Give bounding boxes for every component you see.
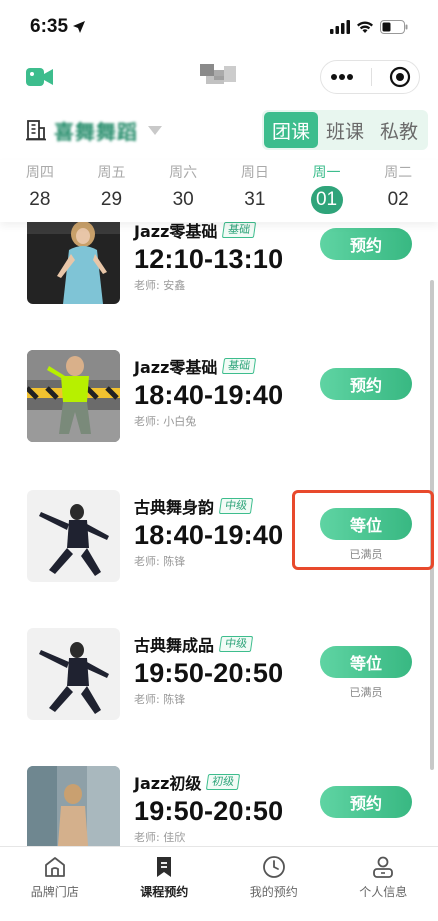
course-time: 12:10-13:10	[134, 244, 284, 274]
person-icon	[373, 856, 394, 878]
teacher-name: 老师: 陈锋	[134, 693, 186, 706]
tab-label: 品牌门店	[30, 885, 79, 899]
bookmark-icon	[157, 857, 172, 877]
capsule-divider	[370, 68, 372, 86]
course-card[interactable]: Jazz初级 初级 19:50-20:50 老师: 佳欣 预约	[0, 766, 438, 846]
date-item[interactable]: 周六 30	[147, 160, 219, 222]
teacher-name: 老师: 佳欣	[134, 831, 186, 844]
course-info: 古典舞成品 中级 19:50-20:50 老师: 陈锋	[134, 632, 283, 707]
course-card[interactable]: 古典舞身韵 中级 18:40-19:40 老师: 陈锋 等位 已满员	[0, 490, 438, 590]
date-item[interactable]: 周二 02	[362, 160, 434, 222]
day-number: 28	[29, 189, 51, 210]
scrollbar[interactable]	[430, 280, 434, 770]
clock-icon	[262, 856, 285, 878]
course-card[interactable]: Jazz零基础 基础 12:10-13:10 老师: 安鑫 预约	[0, 216, 438, 314]
course-type-segment: 团课 班课 私教	[262, 110, 428, 150]
date-item[interactable]: 周日 31	[219, 160, 291, 222]
course-thumbnail	[27, 216, 120, 304]
tab-my-bookings[interactable]: 我的预约	[219, 847, 329, 921]
video-camera-icon[interactable]	[26, 66, 54, 88]
day-number: 02	[387, 189, 409, 210]
waitlist-button[interactable]: 等位	[320, 646, 412, 678]
battery-icon	[380, 20, 408, 34]
weekday-label: 周日	[240, 165, 269, 181]
segment-private[interactable]: 私教	[372, 112, 426, 148]
day-number: 30	[172, 189, 194, 210]
teacher-name: 老师: 小白兔	[134, 415, 197, 428]
bottom-tab-bar: 品牌门店 课程预约 我的预约 个人信息	[0, 846, 438, 921]
day-number: 31	[244, 189, 266, 210]
status-time: 6:35	[30, 16, 86, 38]
teacher-name: 老师: 陈锋	[134, 555, 186, 568]
date-item-selected[interactable]: 周一 01	[291, 160, 363, 222]
tab-label: 个人信息	[359, 885, 408, 899]
weekday-label: 周五	[97, 165, 126, 181]
status-bar: 6:35	[0, 0, 438, 54]
nav-bar	[0, 54, 438, 100]
store-row: 喜舞舞蹈 团课 班课 私教	[0, 100, 438, 160]
level-badge: 基础	[222, 358, 257, 374]
book-button[interactable]: 预约	[320, 368, 412, 400]
segment-class-course[interactable]: 班课	[318, 112, 372, 148]
course-time: 18:40-19:40	[134, 380, 284, 410]
store-name[interactable]: 喜舞舞蹈	[54, 116, 138, 145]
full-status: 已满员	[349, 686, 383, 699]
book-button[interactable]: 预约	[320, 786, 412, 818]
book-button[interactable]: 预约	[320, 228, 412, 260]
teacher-name: 老师: 安鑫	[134, 279, 186, 292]
level-badge: 中级	[218, 498, 254, 514]
dropdown-triangle-icon[interactable]	[148, 125, 162, 135]
course-name: 古典舞身韵	[134, 498, 215, 517]
more-dots-icon[interactable]	[330, 73, 354, 81]
location-arrow-icon	[73, 21, 86, 33]
segment-group-class[interactable]: 团课	[264, 112, 318, 148]
course-name: Jazz零基础	[134, 358, 218, 377]
tab-personal-info[interactable]: 个人信息	[329, 847, 438, 921]
tab-course-booking[interactable]: 课程预约	[110, 847, 220, 921]
waitlist-button[interactable]: 等位	[320, 508, 412, 540]
course-card[interactable]: 古典舞成品 中级 19:50-20:50 老师: 陈锋 等位 已满员	[0, 628, 438, 728]
course-card[interactable]: Jazz零基础 基础 18:40-19:40 老师: 小白兔 预约	[0, 350, 438, 450]
tab-brand-store[interactable]: 品牌门店	[0, 847, 110, 921]
building-icon	[26, 120, 46, 141]
tab-label: 我的预约	[249, 885, 298, 899]
course-info: Jazz初级 初级 19:50-20:50 老师: 佳欣	[134, 770, 283, 845]
course-time: 18:40-19:40	[134, 520, 284, 550]
level-badge: 中级	[218, 636, 254, 652]
day-number: 01	[310, 186, 343, 214]
status-icons	[330, 20, 408, 34]
signal-icon	[330, 20, 350, 34]
course-list[interactable]: Jazz零基础 基础 12:10-13:10 老师: 安鑫 预约 Jazz零基础基…	[0, 216, 438, 846]
level-badge: 初级	[206, 774, 241, 790]
mini-program-capsule	[320, 60, 420, 94]
date-item[interactable]: 周四 28	[4, 160, 76, 222]
weekday-label: 周一	[312, 165, 341, 181]
course-thumbnail	[27, 490, 120, 582]
wifi-icon	[357, 21, 373, 33]
course-info: Jazz零基础 基础 12:10-13:10 老师: 安鑫	[134, 218, 283, 293]
level-badge: 基础	[222, 222, 257, 238]
course-time: 19:50-20:50	[134, 796, 284, 826]
course-name: 古典舞成品	[134, 636, 215, 655]
blurred-title-logo	[200, 64, 236, 84]
date-item[interactable]: 周五 29	[76, 160, 148, 222]
course-thumbnail	[27, 628, 120, 720]
course-info: Jazz零基础 基础 18:40-19:40 老师: 小白兔	[134, 354, 283, 429]
clock-text: 6:35	[30, 16, 69, 37]
day-number: 29	[100, 189, 123, 210]
course-thumbnail	[27, 350, 120, 442]
weekday-label: 周六	[169, 165, 198, 181]
course-name: Jazz初级	[134, 774, 202, 793]
weekday-label: 周二	[384, 165, 413, 181]
course-time: 19:50-20:50	[134, 658, 284, 688]
tab-label: 课程预约	[140, 885, 189, 899]
date-strip: 周四 28 周五 29 周六 30 周日 31 周一 01 周二 02	[0, 160, 438, 222]
close-target-icon[interactable]	[389, 66, 411, 88]
course-thumbnail	[27, 766, 120, 846]
full-status: 已满员	[349, 548, 383, 561]
weekday-label: 周四	[25, 165, 54, 181]
home-icon	[44, 857, 65, 877]
course-info: 古典舞身韵 中级 18:40-19:40 老师: 陈锋	[134, 494, 283, 569]
